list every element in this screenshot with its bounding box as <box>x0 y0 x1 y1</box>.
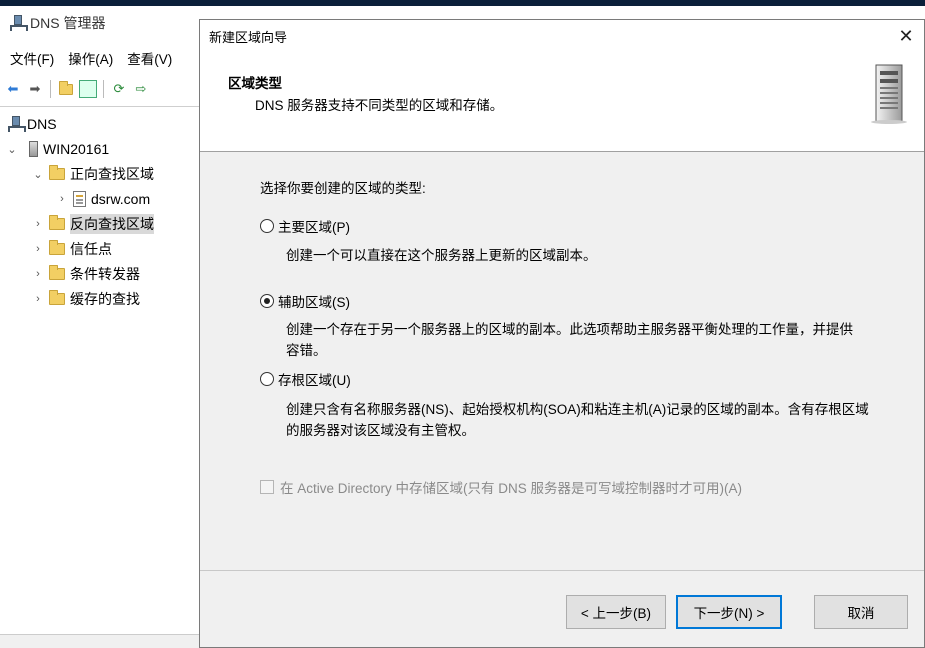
tree-label: 信任点 <box>70 241 112 257</box>
wizard-body: 选择你要创建的区域的类型: 主要区域(P) 创建一个可以直接在这个服务器上更新的… <box>200 153 924 569</box>
zone-type-prompt: 选择你要创建的区域的类型: <box>260 181 426 196</box>
toolbar-separator <box>50 80 51 98</box>
back-arrow-icon[interactable]: ⬅ <box>4 80 22 98</box>
store-in-ad-label: 在 Active Directory 中存储区域(只有 DNS 服务器是可写域控… <box>280 481 743 496</box>
tree-item-dns[interactable]: DNS <box>8 113 57 135</box>
primary-zone-description: 创建一个可以直接在这个服务器上更新的区域副本。 <box>286 248 597 263</box>
tree-item-dsrw-com[interactable]: › dsrw.com <box>56 188 150 210</box>
secondary-zone-radio[interactable]: 辅助区域(S) <box>260 291 350 311</box>
dns-manager-title: DNS 管理器 <box>30 15 106 31</box>
dialog-title: 新建区域向导 <box>209 29 288 45</box>
menu-file[interactable]: 文件(F) <box>10 48 54 68</box>
stub-zone-description: 创建只含有名称服务器(NS)、起始授权机构(SOA)和粘连主机(A)记录的区域的… <box>286 402 869 438</box>
server-icon <box>29 141 38 157</box>
back-button[interactable]: < 上一步(B) <box>566 595 666 629</box>
chevron-right-icon[interactable]: › <box>32 293 44 305</box>
folder-icon <box>49 240 65 255</box>
dns-icon <box>8 116 26 132</box>
folder-icon <box>49 165 65 180</box>
store-in-ad-checkbox <box>260 480 274 494</box>
toolbar-separator <box>103 80 104 98</box>
forward-arrow-icon[interactable]: ➡ <box>26 80 44 98</box>
wizard-page-subtitle: DNS 服务器支持不同类型的区域和存储。 <box>255 98 504 113</box>
export-list-icon[interactable]: ⇨ <box>132 80 150 98</box>
console-tree: DNS ⌄ WIN20161 ⌄ 正向查找区域 › dsrw.com › 反向查… <box>0 110 200 640</box>
next-button[interactable]: 下一步(N) > <box>676 595 782 629</box>
wizard-page-title: 区域类型 <box>228 76 282 91</box>
menu-action[interactable]: 操作(A) <box>68 48 113 68</box>
radio-button[interactable] <box>260 219 274 233</box>
chevron-right-icon[interactable]: › <box>56 193 68 205</box>
menu-view[interactable]: 查看(V) <box>127 48 172 68</box>
tree-item-cached-lookups[interactable]: › 缓存的查找 <box>32 288 140 310</box>
footer-separator <box>200 570 924 571</box>
folder-icon <box>49 290 65 305</box>
folder-icon <box>49 215 65 230</box>
chevron-right-icon[interactable]: › <box>32 268 44 280</box>
chevron-right-icon[interactable]: › <box>32 243 44 255</box>
tree-label: DNS <box>27 116 57 132</box>
tree-label: 条件转发器 <box>70 266 140 282</box>
tree-label: WIN20161 <box>43 141 110 157</box>
secondary-zone-description: 创建一个存在于另一个服务器上的区域的副本。此选项帮助主服务器平衡处理的工作量，并… <box>286 322 853 358</box>
zone-file-icon <box>73 191 86 207</box>
new-zone-wizard-dialog: 新建区域向导 ✕ 区域类型 DNS 服务器支持不同类型的区域和存储。 选择你要创… <box>199 19 925 648</box>
stub-zone-radio[interactable]: 存根区域(U) <box>260 369 351 389</box>
tree-item-win20161[interactable]: ⌄ WIN20161 <box>6 138 109 160</box>
dns-manager-toolbar: ⬅ ➡ ⟳ ⇨ <box>0 76 200 102</box>
chevron-down-icon[interactable]: ⌄ <box>6 143 18 156</box>
radio-button-checked[interactable] <box>260 294 274 308</box>
tree-item-conditional-forwarders[interactable]: › 条件转发器 <box>32 263 140 285</box>
dns-manager-titlebar: DNS 管理器 <box>0 6 200 40</box>
wizard-header: 区域类型 DNS 服务器支持不同类型的区域和存储。 <box>200 52 924 152</box>
cancel-button[interactable]: 取消 <box>814 595 908 629</box>
tree-item-forward-lookup-zones[interactable]: ⌄ 正向查找区域 <box>32 163 154 185</box>
dns-manager-menubar: 文件(F) 操作(A) 查看(V) <box>0 46 200 70</box>
chevron-down-icon[interactable]: ⌄ <box>32 168 44 181</box>
folder-icon <box>49 265 65 280</box>
tree-item-reverse-lookup-zones[interactable]: › 反向查找区域 <box>32 213 154 235</box>
close-icon[interactable]: ✕ <box>894 24 918 48</box>
primary-zone-label[interactable]: 主要区域(P) <box>278 216 350 236</box>
chevron-right-icon[interactable]: › <box>32 218 44 230</box>
stub-zone-label[interactable]: 存根区域(U) <box>278 369 351 389</box>
primary-zone-radio[interactable]: 主要区域(P) <box>260 216 350 236</box>
dialog-titlebar: 新建区域向导 ✕ <box>200 20 924 52</box>
tree-label: 反向查找区域 <box>70 214 154 234</box>
tree-label: dsrw.com <box>91 191 151 207</box>
dns-manager-statusbar <box>0 634 200 648</box>
tree-label: 缓存的查找 <box>70 291 140 307</box>
server-tower-icon <box>871 64 907 124</box>
show-hide-tree-icon[interactable] <box>79 80 97 98</box>
tree-item-trust-points[interactable]: › 信任点 <box>32 238 112 260</box>
dns-manager-icon <box>10 15 28 31</box>
toolbar-divider <box>0 106 200 107</box>
secondary-zone-label[interactable]: 辅助区域(S) <box>278 291 350 311</box>
up-folder-icon[interactable] <box>57 80 75 98</box>
radio-button[interactable] <box>260 372 274 386</box>
tree-label: 正向查找区域 <box>70 166 154 182</box>
store-in-ad-checkbox-row: 在 Active Directory 中存储区域(只有 DNS 服务器是可写域控… <box>260 477 742 497</box>
refresh-icon[interactable]: ⟳ <box>110 80 128 98</box>
